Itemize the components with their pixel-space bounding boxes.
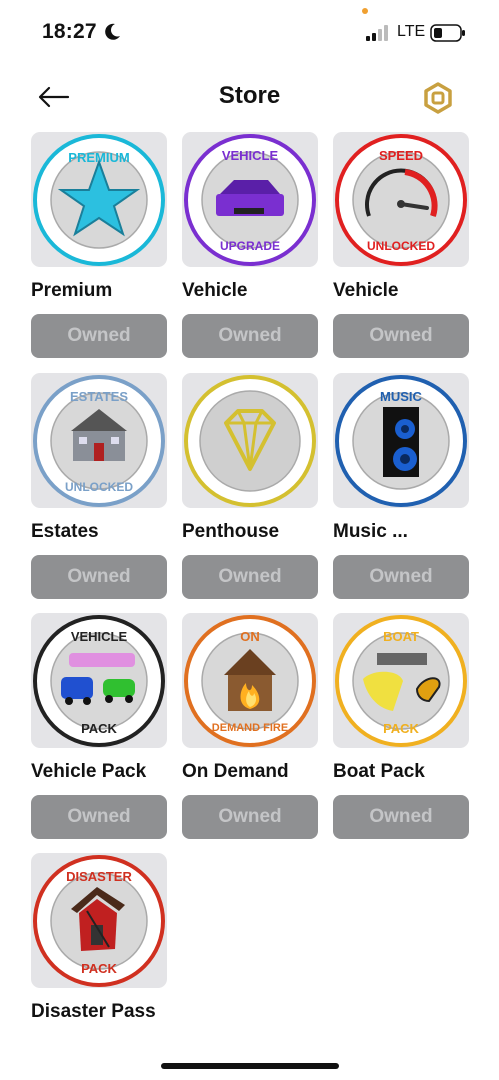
store-item-vehicle-pack: VEHICLE PACK Vehicle Pack Owned [31,613,167,839]
battery-icon [430,24,465,42]
status-bar: 18:27 LTE [0,0,499,60]
car-icon: VEHICLE UPGRADE [184,134,316,266]
item-thumbnail[interactable]: ESTATES UNLOCKED [31,373,167,508]
store-item-music: MUSIC Music ... Owned [333,373,469,599]
badge-top-text: BOAT [383,629,419,644]
badge-bottom-text: PACK [383,721,419,736]
signal-icon [366,25,388,41]
item-name: Premium [31,280,113,301]
store-item-on-demand: ON DEMAND FIRE On Demand Owned [182,613,318,839]
item-thumbnail[interactable]: MUSIC [333,373,469,508]
item-thumbnail[interactable]: ON DEMAND FIRE [182,613,318,748]
owned-button[interactable]: Owned [333,795,469,839]
speaker-icon: MUSIC [335,375,467,507]
store-item-speed-unlocked: SPEED UNLOCKED Vehicle Owned [333,132,469,358]
item-name: Boat Pack [333,761,425,782]
badge-bottom-text: PACK [81,721,117,736]
item-name: Disaster Pass [31,1001,156,1022]
owned-button[interactable]: Owned [182,795,318,839]
badge-top-text: ESTATES [70,389,128,404]
header: Store [0,70,499,126]
item-thumbnail[interactable]: VEHICLE PACK [31,613,167,748]
boats-icon: BOAT PACK [335,615,467,747]
store-item-vehicle-upgrade: VEHICLE UPGRADE Vehicle Owned [182,132,318,358]
item-name: Vehicle [333,280,399,301]
item-name: On Demand [182,761,289,782]
badge-bottom-text: UPGRADE [220,239,280,253]
item-name: Estates [31,521,99,542]
item-thumbnail[interactable]: DISASTER PACK [31,853,167,988]
item-name: Music ... [333,521,408,542]
item-thumbnail[interactable]: BOAT PACK [333,613,469,748]
item-thumbnail[interactable]: SPEED UNLOCKED [333,132,469,267]
owned-button[interactable]: Owned [31,555,167,599]
speedometer-icon: SPEED UNLOCKED [335,134,467,266]
badge-bottom-text: UNLOCKED [367,239,435,253]
item-name: Penthouse [182,521,280,542]
cars-icon: VEHICLE PACK [33,615,165,747]
item-thumbnail[interactable] [182,373,318,508]
store-item-boat-pack: BOAT PACK Boat Pack Owned [333,613,469,839]
badge-top-text: DISASTER [66,869,132,884]
status-time: 18:27 [42,20,97,43]
owned-button[interactable]: Owned [182,314,318,358]
badge-bottom-text: PACK [81,961,117,976]
item-name: Vehicle [182,280,248,301]
item-name: Vehicle Pack [31,761,147,782]
badge-top-text: VEHICLE [222,148,279,163]
owned-button[interactable]: Owned [333,314,469,358]
item-thumbnail[interactable]: VEHICLE UPGRADE [182,132,318,267]
store-item-premium: PREMIUM Premium Owned [31,132,167,358]
badge-top-text: ON [240,629,260,644]
robux-icon[interactable] [422,82,454,114]
owned-button[interactable]: Owned [31,795,167,839]
privacy-indicator-dot [362,8,368,14]
store-item-penthouse: Penthouse Owned [182,373,318,599]
broken-house-icon: DISASTER PACK [33,855,165,987]
carrier-label: LTE [397,23,426,40]
star-icon: PREMIUM [33,134,165,266]
house-icon: ESTATES UNLOCKED [33,375,165,507]
badge-bottom-text: UNLOCKED [65,480,133,494]
moon-icon [105,23,120,40]
badge-bottom-text: DEMAND FIRE [212,722,288,734]
owned-button[interactable]: Owned [333,555,469,599]
owned-button[interactable]: Owned [31,314,167,358]
owned-button[interactable]: Owned [182,555,318,599]
badge-top-text: MUSIC [380,389,423,404]
fire-house-icon: ON DEMAND FIRE [184,615,316,747]
store-item-estates: ESTATES UNLOCKED Estates Owned [31,373,167,599]
item-thumbnail[interactable]: PREMIUM [31,132,167,267]
badge-top-text: VEHICLE [71,629,128,644]
store-item-disaster-pass: DISASTER PACK Disaster Pass [31,853,167,1024]
badge-top-text: SPEED [379,148,423,163]
home-indicator[interactable] [161,1063,339,1069]
diamond-icon [184,375,316,507]
